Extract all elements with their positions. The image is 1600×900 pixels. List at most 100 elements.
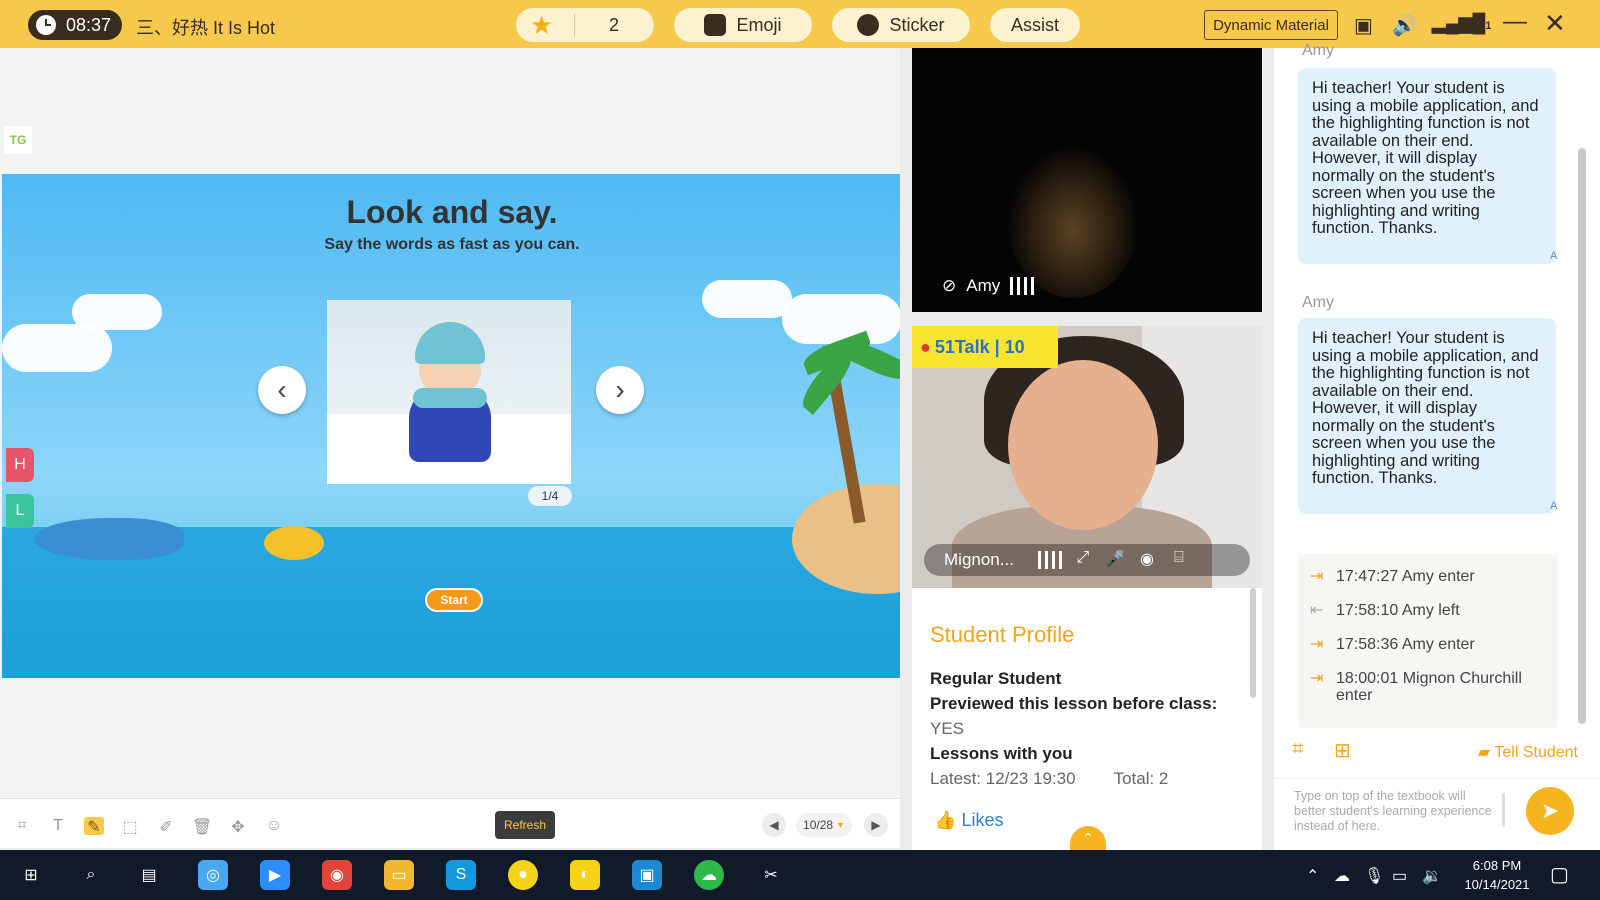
highlight-h-button[interactable]: H: [6, 448, 34, 482]
minimize-icon[interactable]: —: [1503, 8, 1527, 36]
paper-plane-icon: ➤: [1540, 798, 1560, 823]
teacher-video-controls: Mignon... ⤢ 🎤 ◉ ⌸: [924, 544, 1250, 576]
rectangle-select-icon[interactable]: ⬚: [120, 817, 140, 836]
translate-icon[interactable]: A: [1550, 498, 1566, 514]
tg-badge[interactable]: TG: [4, 126, 32, 154]
page-indicator[interactable]: 10/28 ▼: [796, 813, 852, 837]
enter-arrow-icon: ⇥: [1310, 670, 1324, 687]
room-events: ⇥ 17:47:27 Amy enter ⇤ 17:58:10 Amy left ⇥…: [1298, 554, 1558, 728]
chat-message-text: Hi teacher! Your student is using a mobi…: [1312, 79, 1539, 237]
enter-arrow-icon: ⇥: [1310, 568, 1324, 585]
chevron-up-icon: ⌃: [1082, 830, 1094, 846]
task-view-icon[interactable]: ▤: [134, 860, 164, 890]
event-text: 17:47:27 Amy enter: [1336, 568, 1475, 585]
assist-button[interactable]: Assist: [990, 8, 1080, 42]
prev-page-button[interactable]: ◀: [762, 813, 786, 837]
audio-level-icon: [1037, 551, 1062, 569]
file-explorer-icon[interactable]: ▭: [384, 860, 414, 890]
system-clock[interactable]: 6:08 PM 10/14/2021: [1462, 856, 1532, 894]
expand-icon[interactable]: ⤢: [1072, 549, 1094, 571]
prev-image-button[interactable]: ‹: [258, 366, 306, 414]
student-profile-panel: Student Profile Regular Student Previewe…: [912, 588, 1262, 850]
lessons-row: Lessons with you: [930, 741, 1244, 766]
courseware-slide: Look and say. Say the words as fast as y…: [2, 174, 900, 678]
thumbs-up-icon: 👍: [934, 810, 957, 830]
stars-button[interactable]: ★ 2: [516, 8, 654, 42]
search-icon[interactable]: ⌕: [76, 860, 106, 890]
emoji-button[interactable]: Emoji: [674, 8, 812, 42]
trash-icon[interactable]: 🗑: [192, 817, 212, 836]
51talk-teacher-icon[interactable]: ◐: [570, 860, 600, 890]
user-pointer-icon[interactable]: ☺: [264, 817, 284, 835]
next-page-button[interactable]: ▶: [864, 813, 888, 837]
student-type-value: Regular Student: [930, 669, 1062, 688]
top-bar: 08:37 三、好热 It Is Hot ★ 2 Emoji Sticker A…: [0, 0, 1600, 48]
broom-icon[interactable]: ⌸: [1168, 549, 1190, 571]
windows-start-icon[interactable]: ⊞: [16, 860, 46, 890]
chevron-up-icon[interactable]: ⌃: [1306, 866, 1319, 886]
clock-date: 10/14/2021: [1464, 877, 1530, 892]
timer-value: 08:37: [66, 14, 112, 35]
recording-dot-icon: ●: [920, 336, 931, 357]
lessons-label: Lessons with you: [930, 744, 1073, 763]
highlight-l-button[interactable]: L: [6, 494, 34, 528]
caret-down-icon: ▼: [836, 820, 845, 830]
chat-input[interactable]: Type on top of the textbook will better …: [1294, 789, 1494, 835]
51talk-icon[interactable]: ●: [508, 860, 538, 890]
brand-logo-text: 51Talk | 10: [934, 336, 1025, 357]
slide-title: Look and say.: [346, 194, 558, 230]
battery-icon[interactable]: ▭: [1392, 866, 1407, 886]
translate-icon[interactable]: A: [1550, 248, 1566, 264]
highlighter-tool-icon[interactable]: ✎: [84, 817, 104, 836]
clock-time: 6:08 PM: [1472, 858, 1522, 873]
likes-link[interactable]: 👍 Likes: [934, 810, 1003, 831]
cloud: [782, 294, 900, 344]
location-icon[interactable]: ◉: [1136, 549, 1158, 571]
windows-taskbar: ⊞ ⌕ ▤ ◎ ▶ ◉ ▭ S ● ◐ ▣ ☁ ✂ ⌃ ☁ 🎙 ▭ 🔉 6:08…: [0, 850, 1600, 900]
skype-icon[interactable]: S: [446, 860, 476, 890]
message-icon[interactable]: ▣: [1354, 13, 1373, 38]
chat-message-text: Hi teacher! Your student is using a mobi…: [1312, 329, 1539, 487]
screenshot-icon[interactable]: ⌗: [1292, 738, 1303, 761]
profile-scrollbar[interactable]: [1250, 588, 1256, 698]
cloud-icon[interactable]: ☁: [1334, 866, 1350, 886]
next-image-button[interactable]: ›: [596, 366, 644, 414]
text-tool-icon[interactable]: T: [48, 817, 68, 835]
chrome-alt-icon[interactable]: ◎: [198, 860, 228, 890]
event-row: ⇥ 17:58:36 Amy enter: [1310, 636, 1558, 653]
wechat-icon[interactable]: ☁: [694, 860, 724, 890]
microphone-icon[interactable]: 🎙: [1364, 866, 1384, 886]
chrome-icon[interactable]: ◉: [322, 860, 352, 890]
classroom-icon[interactable]: ▣: [632, 860, 662, 890]
chat-scrollbar[interactable]: [1578, 148, 1586, 724]
dynamic-material-button[interactable]: Dynamic Material: [1204, 10, 1338, 40]
start-button[interactable]: Start: [425, 588, 483, 612]
volume-icon[interactable]: 🔉: [1422, 866, 1442, 886]
crop-tool-icon[interactable]: ⌗: [12, 817, 32, 835]
close-icon[interactable]: ✕: [1544, 8, 1566, 39]
tell-student-button[interactable]: ▰ Tell Student: [1478, 742, 1578, 762]
cloud: [702, 280, 792, 318]
refresh-button[interactable]: Refresh: [495, 811, 555, 839]
paint-icon[interactable]: ✂: [756, 860, 786, 890]
teacher-video: ● 51Talk | 10 Mignon... ⤢ 🎤 ◉ ⌸: [912, 326, 1262, 588]
collapse-up-button[interactable]: ⌃: [1070, 826, 1106, 850]
eraser-icon[interactable]: ✐: [156, 817, 176, 836]
chat-message: Hi teacher! Your student is using a mobi…: [1298, 318, 1557, 514]
move-icon[interactable]: ✥: [228, 817, 248, 836]
notification-icon[interactable]: ▢: [1550, 862, 1569, 887]
send-button[interactable]: ➤: [1526, 787, 1574, 835]
zoom-icon[interactable]: ▶: [260, 860, 290, 890]
speaker-icon[interactable]: 🔊: [1392, 13, 1417, 38]
input-divider: [1502, 793, 1505, 827]
drawing-toolbar: ⌗ T ✎ ⬚ ✐ 🗑 ✥ ☺ Refresh ◀ 10/28 ▼ ▶: [0, 798, 900, 848]
sticker-button[interactable]: Sticker: [832, 8, 970, 42]
slide-subtitle: Say the words as fast as you can.: [324, 236, 580, 253]
add-image-icon[interactable]: ⊞: [1334, 738, 1351, 763]
chat-panel: Amy Hi teacher! Your student is using a …: [1274, 42, 1600, 850]
teacher-face: [1008, 360, 1158, 530]
microphone-icon[interactable]: 🎤: [1104, 549, 1126, 571]
vocabulary-picture: [327, 300, 571, 484]
message-sender: Amy: [1302, 294, 1334, 311]
previewed-value: YES: [930, 719, 965, 738]
